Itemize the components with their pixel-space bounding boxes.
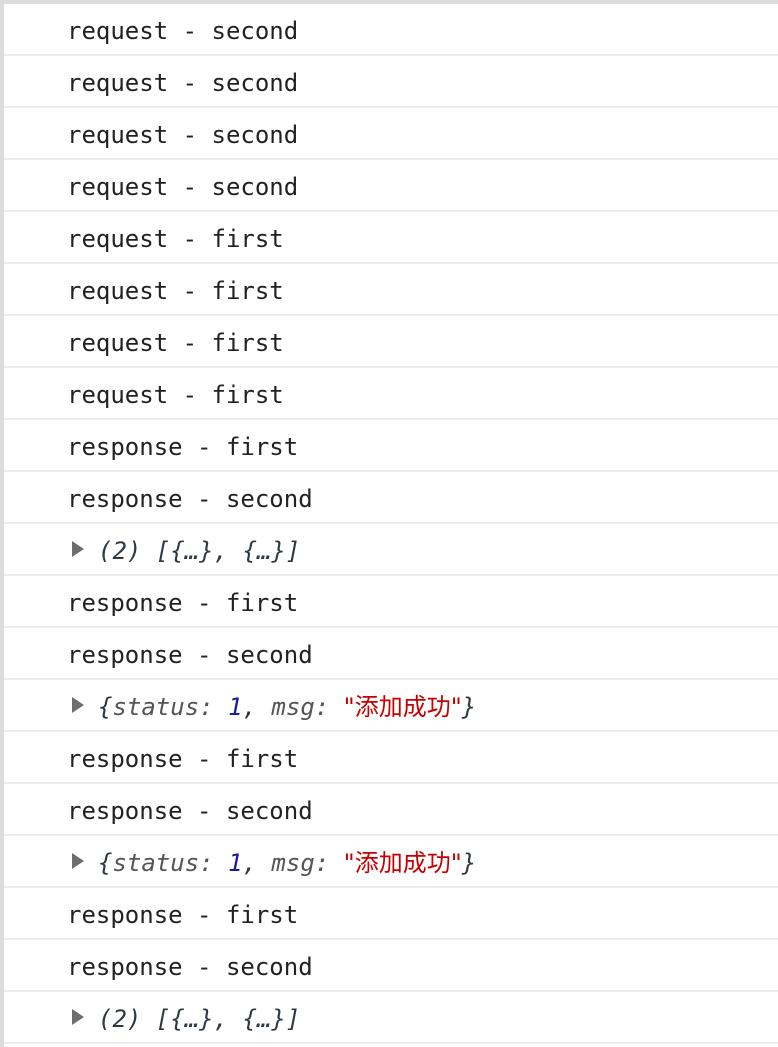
object-open-brace: { [98,693,113,721]
console-message-text: response - first [67,901,299,929]
console-message-text: request - second [67,17,299,45]
console-message-text: response - first [67,433,299,461]
console-message[interactable]: request - second [4,56,778,108]
console-message-text: response - first [67,589,299,617]
console-array-entry[interactable]: (2) [{…}, {…}] [4,992,778,1044]
console-message-text: request - second [67,173,299,201]
console-message[interactable]: request - first [4,368,778,420]
console-object-entry[interactable]: {status: 1, msg: "添加成功"} [4,680,778,732]
console-log-list: request - second request - second reques… [4,4,778,1044]
console-message[interactable]: response - first [4,732,778,784]
object-key-status: status: [112,849,214,877]
console-message[interactable]: response - first [4,576,778,628]
object-preview: {status: 1, msg: "添加成功"} [72,849,476,877]
console-array-entry[interactable]: (2) [{…}, {…}] [4,524,778,576]
object-value-status: 1 [228,693,243,721]
expand-triangle-icon[interactable] [72,697,84,713]
console-message[interactable]: response - second [4,940,778,992]
object-value-msg: "添加成功" [343,693,462,721]
console-message[interactable]: request - second [4,160,778,212]
console-message-text: request - first [67,277,284,305]
console-message-text: request - first [67,329,284,357]
console-message-text: request - second [67,69,299,97]
console-message[interactable]: response - first [4,420,778,472]
console-message[interactable]: response - first [4,888,778,940]
console-message[interactable]: response - second [4,628,778,680]
console-message[interactable]: response - second [4,472,778,524]
console-panel: request - second request - second reques… [0,0,778,1047]
object-key-msg: msg: [271,693,330,721]
console-message[interactable]: request - first [4,212,778,264]
expand-triangle-icon[interactable] [72,853,84,869]
object-key-msg: msg: [271,849,330,877]
console-message-text: response - first [67,745,299,773]
array-preview: (2) [{…}, {…}] [98,537,301,565]
console-message-text: response - second [67,485,313,513]
expand-triangle-icon[interactable] [72,1009,84,1025]
object-open-brace: { [98,849,113,877]
console-message-text: request - first [67,225,284,253]
object-close-brace: } [461,849,477,877]
console-message-text: response - second [67,797,313,825]
expand-triangle-icon[interactable] [72,541,84,557]
console-message-text: request - second [67,121,299,149]
console-message-text: response - second [67,953,313,981]
array-preview: (2) [{…}, {…}] [98,1005,301,1033]
console-message-text: request - first [67,381,284,409]
object-separator: , [242,693,257,721]
console-message[interactable]: request - second [4,108,778,160]
console-object-entry[interactable]: {status: 1, msg: "添加成功"} [4,836,778,888]
console-message[interactable]: request - first [4,264,778,316]
console-message-text: response - second [67,641,313,669]
object-value-status: 1 [228,849,243,877]
object-value-msg: "添加成功" [343,849,462,877]
object-close-brace: } [461,693,477,721]
console-message[interactable]: response - second [4,784,778,836]
console-message[interactable]: request - second [4,4,778,56]
console-message[interactable]: request - first [4,316,778,368]
object-separator: , [242,849,257,877]
object-key-status: status: [112,693,214,721]
object-preview: {status: 1, msg: "添加成功"} [72,693,476,721]
